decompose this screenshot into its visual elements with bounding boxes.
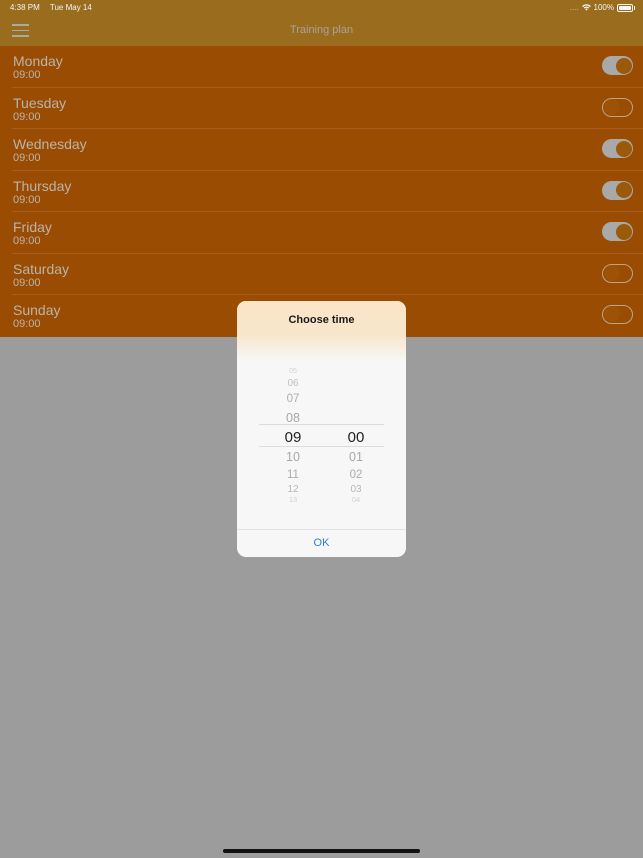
- minute-option[interactable]: 02: [336, 469, 376, 481]
- day-time[interactable]: 09:00: [13, 235, 41, 247]
- minute-option[interactable]: 03: [336, 484, 376, 495]
- status-time: 4:38 PM: [10, 3, 40, 12]
- day-row[interactable]: Tuesday 09:00: [0, 88, 643, 129]
- day-name: Saturday: [13, 260, 70, 277]
- hour-option[interactable]: 06: [273, 378, 313, 389]
- day-row[interactable]: Wednesday 09:00: [0, 129, 643, 171]
- day-toggle[interactable]: [602, 97, 633, 117]
- hour-option[interactable]: 07: [273, 393, 313, 405]
- day-time[interactable]: 09:00: [13, 277, 41, 289]
- minute-option[interactable]: 01: [336, 450, 376, 464]
- day-time[interactable]: 09:00: [13, 69, 41, 81]
- selected-hour-value[interactable]: 09: [273, 429, 313, 446]
- day-name: Wednesday: [13, 136, 87, 152]
- choose-time-dialog: Choose time 05 06 07 08 09 10 11 12 13 00 01 02 03 0…: [237, 301, 406, 557]
- ok-button[interactable]: OK: [237, 530, 406, 557]
- battery-percent: 100%: [593, 3, 614, 12]
- day-time[interactable]: 09:00: [13, 152, 41, 164]
- day-name: Monday: [13, 53, 63, 69]
- page-title: Training plan: [289, 24, 354, 36]
- hour-option[interactable]: 10: [273, 450, 313, 464]
- day-row[interactable]: Thursday 09:00: [0, 171, 643, 212]
- wifi-icon: [581, 4, 591, 11]
- day-toggle[interactable]: [602, 180, 633, 200]
- day-name: Thursday: [13, 177, 72, 194]
- status-bar: 4:38 PM Tue May 14 .... 100%: [0, 0, 643, 15]
- toggle-knob: [603, 306, 620, 322]
- hour-option[interactable]: 13: [273, 495, 313, 504]
- hour-option[interactable]: 12: [273, 484, 313, 495]
- day-row[interactable]: Friday 09:00: [0, 212, 643, 254]
- hour-option[interactable]: 05: [273, 368, 313, 375]
- toggle-knob: [603, 264, 620, 281]
- day-name: Sunday: [13, 302, 61, 318]
- battery-icon: [617, 3, 635, 12]
- toggle-knob: [615, 223, 632, 240]
- day-row[interactable]: Monday 09:00: [0, 46, 643, 88]
- training-day-list: Monday 09:00 Tuesday 09:00 Wednesday 09:00 Thu…: [0, 46, 643, 337]
- day-toggle[interactable]: [602, 139, 633, 158]
- hour-option[interactable]: 08: [273, 411, 313, 425]
- toggle-knob: [615, 182, 632, 198]
- day-time[interactable]: 09:00: [13, 194, 41, 206]
- day-name: Friday: [13, 219, 52, 235]
- day-time[interactable]: 09:00: [13, 318, 41, 330]
- day-name: Tuesday: [13, 94, 67, 111]
- status-date: Tue May 14: [49, 3, 92, 12]
- dialog-title: Choose time: [288, 314, 355, 326]
- day-toggle[interactable]: [602, 263, 633, 283]
- toggle-knob: [603, 98, 620, 115]
- hour-option[interactable]: 11: [273, 469, 313, 481]
- navigation-bar: Training plan: [0, 15, 643, 46]
- day-time[interactable]: 09:00: [13, 111, 41, 123]
- day-toggle[interactable]: [602, 222, 633, 241]
- day-row[interactable]: Saturday 09:00: [0, 254, 643, 295]
- toggle-knob: [615, 57, 632, 74]
- selected-minute-value[interactable]: 00: [336, 429, 376, 446]
- day-toggle[interactable]: [602, 56, 633, 75]
- signal-icon: ....: [569, 3, 579, 12]
- time-picker[interactable]: 05 06 07 08 09 10 11 12 13 00 01 02 03 04: [237, 361, 406, 506]
- day-toggle[interactable]: [602, 305, 633, 324]
- minute-option[interactable]: 04: [336, 495, 376, 504]
- home-indicator[interactable]: [223, 849, 420, 853]
- toggle-knob: [615, 140, 632, 157]
